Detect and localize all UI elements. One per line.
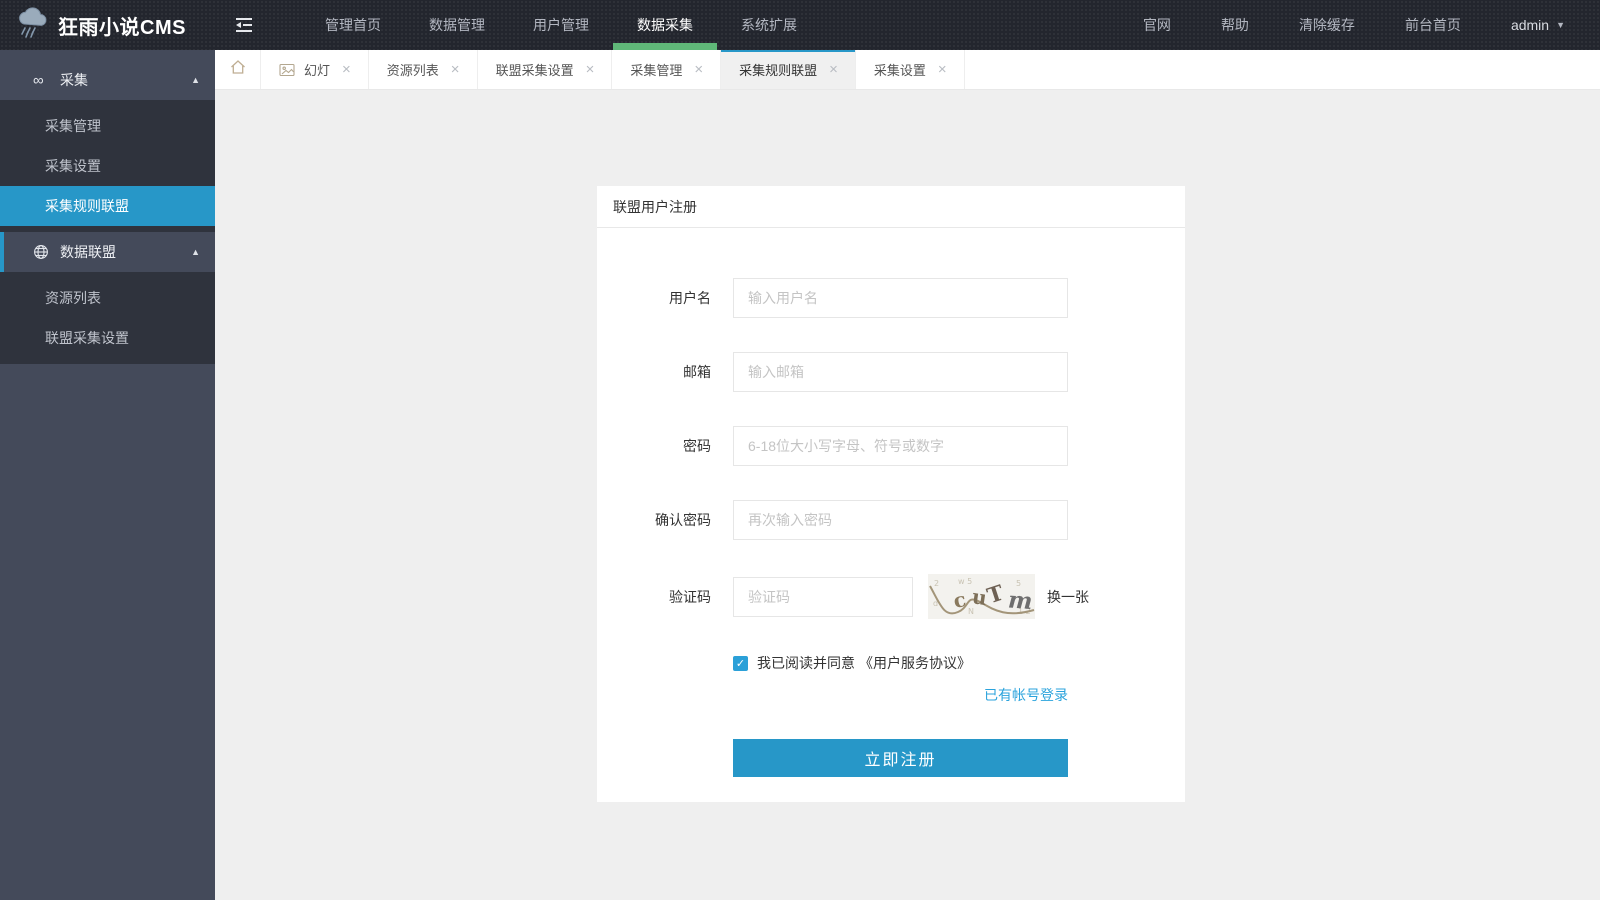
email-input[interactable]	[733, 352, 1068, 392]
official-site-link[interactable]: 官网	[1118, 0, 1196, 50]
username-input[interactable]	[733, 278, 1068, 318]
password-input[interactable]	[733, 426, 1068, 466]
image-icon	[279, 63, 295, 77]
register-card: 联盟用户注册 用户名 邮箱 密码 确认密码	[597, 186, 1185, 802]
register-submit-button[interactable]: 立即注册	[733, 739, 1068, 777]
sidebar-item-resource-list[interactable]: 资源列表	[0, 278, 215, 318]
sidebar-item-alliance-collect-settings[interactable]: 联盟采集设置	[0, 318, 215, 358]
form-row-captcha: 验证码 2 w 5 d N 5 1 2	[597, 574, 1185, 619]
sidebar: ∞ 采集 ▲ 采集管理 采集设置 采集规则联盟 数据联盟 ▲ 资源列表 联盟采集…	[0, 50, 215, 900]
active-nav-underline	[613, 43, 717, 50]
close-icon[interactable]: ×	[826, 61, 841, 78]
captcha-input[interactable]	[733, 576, 913, 617]
home-tab[interactable]	[215, 50, 261, 89]
topnav-item-extend[interactable]: 系统扩展	[717, 0, 821, 50]
top-nav: 管理首页 数据管理 用户管理 数据采集 系统扩展	[301, 0, 821, 50]
form-row-username: 用户名	[597, 278, 1185, 318]
clear-cache-link[interactable]: 清除缓存	[1274, 0, 1380, 50]
close-icon[interactable]: ×	[691, 61, 706, 78]
sidebar-submenu-collect: 采集管理 采集设置 采集规则联盟	[0, 100, 215, 232]
svg-text:m: m	[1007, 586, 1033, 615]
login-link-row: 已有帐号登录	[597, 685, 1068, 705]
sidebar-group-collect[interactable]: ∞ 采集 ▲	[0, 60, 215, 100]
chevron-up-icon: ▲	[191, 75, 200, 85]
confirm-password-label: 确认密码	[655, 512, 711, 528]
form-row-confirm-password: 确认密码	[597, 500, 1185, 540]
caret-down-icon: ▼	[1556, 20, 1565, 30]
topnav-item-home[interactable]: 管理首页	[301, 0, 405, 50]
user-service-agreement-link[interactable]: 《用户服务协议》	[859, 653, 971, 673]
sidebar-item-collect-manage[interactable]: 采集管理	[0, 106, 215, 146]
tab-collect-manage[interactable]: 采集管理 ×	[612, 50, 722, 89]
rain-cloud-icon	[16, 6, 50, 44]
globe-icon	[33, 244, 60, 260]
app-logo[interactable]: 狂雨小说CMS	[0, 0, 215, 50]
agreement-text: 我已阅读并同意	[757, 655, 855, 671]
agreement-checkbox[interactable]: ✓	[733, 655, 748, 671]
password-label: 密码	[683, 438, 711, 454]
app-title: 狂雨小说CMS	[58, 16, 186, 39]
sidebar-group-data-alliance[interactable]: 数据联盟 ▲	[0, 232, 215, 272]
close-icon[interactable]: ×	[448, 61, 463, 78]
user-menu[interactable]: admin ▼	[1486, 0, 1590, 50]
topnav-item-users[interactable]: 用户管理	[509, 0, 613, 50]
sidebar-item-collect-settings[interactable]: 采集设置	[0, 146, 215, 186]
captcha-image[interactable]: 2 w 5 d N 5 1 2 c u T m	[928, 574, 1035, 619]
main-content: 联盟用户注册 用户名 邮箱 密码 确认密码	[215, 90, 1600, 900]
existing-account-login-link[interactable]: 已有帐号登录	[984, 687, 1068, 703]
chevron-up-icon: ▲	[191, 247, 200, 257]
register-form: 用户名 邮箱 密码 确认密码	[597, 228, 1185, 802]
tab-alliance-collect-settings[interactable]: 联盟采集设置 ×	[478, 50, 613, 89]
username-label: 用户名	[669, 290, 711, 306]
email-label: 邮箱	[683, 364, 711, 380]
topbar: 狂雨小说CMS 管理首页 数据管理 用户管理 数据采集 系统扩展 官网 帮助 清…	[0, 0, 1600, 50]
username: admin	[1510, 17, 1550, 33]
confirm-password-input[interactable]	[733, 500, 1068, 540]
tab-resource-list[interactable]: 资源列表 ×	[369, 50, 478, 89]
link-icon: ∞	[33, 71, 44, 89]
close-icon[interactable]: ×	[339, 61, 354, 78]
sidebar-toggle-icon[interactable]	[215, 0, 273, 50]
agreement-row: ✓ 我已阅读并同意 《用户服务协议》	[733, 653, 1185, 673]
tabbar: 幻灯 × 资源列表 × 联盟采集设置 × 采集管理 × 采集规则联盟 × 采集设…	[215, 50, 1600, 90]
form-row-password: 密码	[597, 426, 1185, 466]
topbar-right-nav: 官网 帮助 清除缓存 前台首页 admin ▼	[1118, 0, 1590, 50]
home-icon	[229, 58, 247, 81]
topnav-item-data[interactable]: 数据管理	[405, 0, 509, 50]
tab-collect-settings[interactable]: 采集设置 ×	[856, 50, 965, 89]
check-icon: ✓	[735, 657, 746, 670]
frontend-home-link[interactable]: 前台首页	[1380, 0, 1486, 50]
tab-slideshow[interactable]: 幻灯 ×	[261, 50, 369, 89]
svg-text:2: 2	[934, 579, 939, 588]
close-icon[interactable]: ×	[583, 61, 598, 78]
topnav-item-collect[interactable]: 数据采集	[613, 0, 717, 50]
sidebar-submenu-data-alliance: 资源列表 联盟采集设置	[0, 272, 215, 364]
sidebar-item-collect-rule-alliance[interactable]: 采集规则联盟	[0, 186, 215, 226]
help-link[interactable]: 帮助	[1196, 0, 1274, 50]
tab-collect-rule-alliance[interactable]: 采集规则联盟 ×	[721, 50, 856, 89]
close-icon[interactable]: ×	[935, 61, 950, 78]
form-row-email: 邮箱	[597, 352, 1185, 392]
captcha-refresh-link[interactable]: 换一张	[1047, 587, 1089, 607]
svg-text:w 5: w 5	[958, 577, 972, 586]
captcha-label: 验证码	[669, 588, 711, 605]
card-title: 联盟用户注册	[597, 186, 1185, 228]
